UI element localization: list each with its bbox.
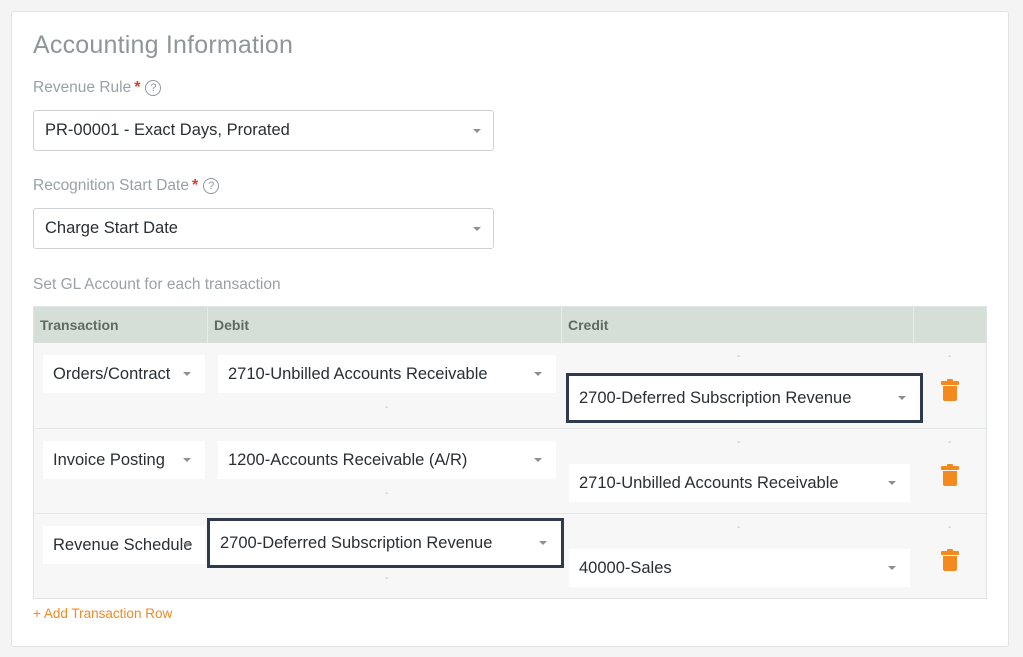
transaction-value: Revenue Schedule: [53, 535, 193, 554]
caret-down-icon: [898, 396, 906, 400]
recognition-start-label-row: Recognition Start Date * ?: [33, 177, 220, 195]
revenue-rule-label: Revenue Rule: [33, 79, 132, 96]
placeholder-dash: -: [948, 522, 952, 533]
caret-down-icon: [183, 543, 191, 547]
caret-down-icon: [888, 566, 896, 570]
credit-select[interactable]: 40000-Sales: [569, 549, 910, 587]
placeholder-dash: -: [737, 437, 741, 448]
gl-account-label: Set GL Account for each transaction: [33, 276, 281, 293]
revenue-rule-value: PR-00001 - Exact Days, Prorated: [45, 121, 290, 139]
placeholder-dash: -: [385, 573, 389, 584]
column-header-debit: Debit: [208, 307, 562, 343]
help-icon[interactable]: ?: [145, 80, 162, 96]
placeholder-dash: -: [737, 522, 741, 533]
placeholder-dash: -: [948, 437, 952, 448]
caret-down-icon: [539, 541, 547, 545]
caret-down-icon: [534, 372, 542, 376]
debit-value: 1200-Accounts Receivable (A/R): [228, 450, 468, 469]
transaction-value: Orders/Contract: [53, 364, 171, 383]
debit-select[interactable]: 2700-Deferred Subscription Revenue: [207, 518, 564, 568]
debit-select[interactable]: 1200-Accounts Receivable (A/R): [218, 441, 556, 479]
debit-select[interactable]: 2710-Unbilled Accounts Receivable: [218, 355, 556, 393]
credit-select[interactable]: 2710-Unbilled Accounts Receivable: [569, 464, 910, 502]
caret-down-icon: [473, 226, 481, 231]
required-marker: *: [191, 177, 199, 194]
help-icon[interactable]: ?: [203, 178, 220, 194]
revenue-rule-select[interactable]: PR-00001 - Exact Days, Prorated: [33, 110, 494, 151]
placeholder-dash: -: [385, 402, 389, 413]
delete-row-button[interactable]: [941, 379, 959, 401]
revenue-rule-label-row: Revenue Rule * ?: [33, 79, 162, 97]
debit-value: 2700-Deferred Subscription Revenue: [220, 533, 493, 552]
placeholder-dash: -: [948, 351, 952, 362]
placeholder-dash: -: [737, 351, 741, 362]
delete-row-button[interactable]: [941, 464, 959, 486]
delete-row-button[interactable]: [941, 549, 959, 571]
recognition-start-value: Charge Start Date: [45, 219, 178, 237]
caret-down-icon: [183, 372, 191, 376]
add-transaction-row-link[interactable]: + Add Transaction Row: [33, 606, 172, 621]
caret-down-icon: [183, 458, 191, 462]
caret-down-icon: [888, 481, 896, 485]
credit-select[interactable]: 2700-Deferred Subscription Revenue: [566, 373, 923, 423]
transaction-select[interactable]: Orders/Contract: [43, 355, 205, 393]
table-header: Transaction Debit Credit: [34, 307, 986, 343]
caret-down-icon: [473, 128, 481, 133]
gl-account-table: Transaction Debit Credit Orders/Contract…: [33, 306, 987, 599]
row-divider: [34, 513, 986, 514]
debit-value: 2710-Unbilled Accounts Receivable: [228, 364, 488, 383]
recognition-start-label: Recognition Start Date: [33, 177, 189, 194]
column-header-transaction: Transaction: [34, 307, 208, 343]
required-marker: *: [134, 79, 141, 96]
transaction-select[interactable]: Revenue Schedule: [43, 526, 205, 564]
section-title: Accounting Information: [33, 31, 294, 59]
placeholder-dash: -: [385, 488, 389, 499]
transaction-value: Invoice Posting: [53, 450, 165, 469]
caret-down-icon: [534, 458, 542, 462]
credit-value: 40000-Sales: [579, 558, 672, 577]
row-divider: [34, 428, 986, 429]
credit-value: 2700-Deferred Subscription Revenue: [579, 388, 852, 407]
column-header-credit: Credit: [562, 307, 914, 343]
credit-value: 2710-Unbilled Accounts Receivable: [579, 473, 839, 492]
transaction-select[interactable]: Invoice Posting: [43, 441, 205, 479]
recognition-start-select[interactable]: Charge Start Date: [33, 208, 494, 249]
